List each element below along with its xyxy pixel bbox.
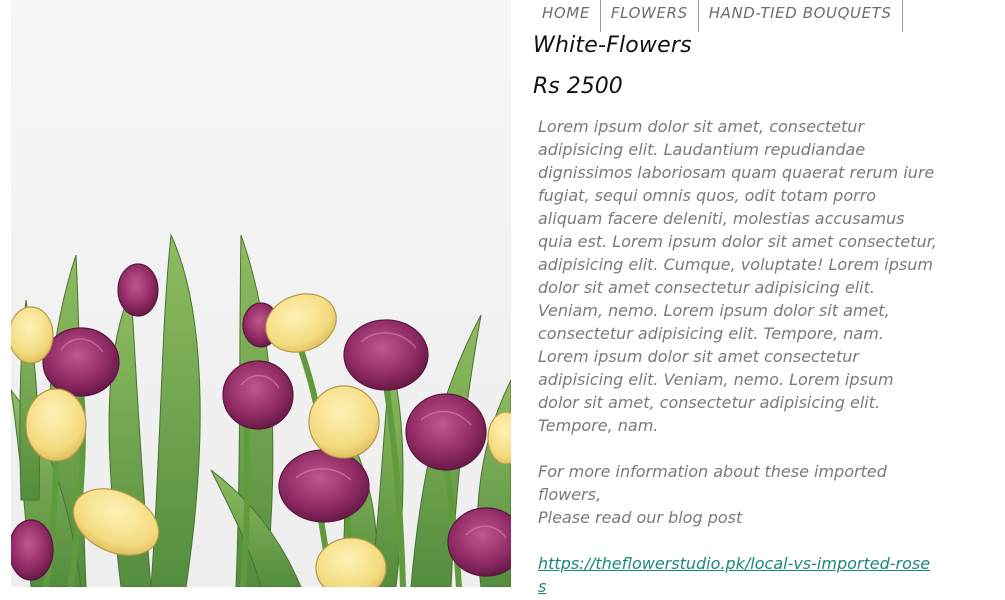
product-description: Lorem ipsum dolor sit amet, consectetur …	[538, 117, 937, 435]
top-nav: HOME FLOWERS HAND-TIED BOUQUETS	[531, 0, 903, 32]
product-page: HOME FLOWERS HAND-TIED BOUQUETS White-Fl…	[0, 0, 1005, 600]
nav-flowers-link[interactable]: FLOWERS	[601, 0, 699, 32]
more-info-text: For more information about these importe…	[538, 460, 938, 529]
blog-post-link[interactable]: https://theflowerstudio.pk/local-vs-impo…	[538, 552, 938, 598]
product-price: Rs 2500	[533, 74, 623, 99]
more-info-line-2: Please read our blog post	[538, 508, 743, 527]
nav-hand-tied-bouquets-link[interactable]: HAND-TIED BOUQUETS	[699, 0, 903, 32]
nav-home-link[interactable]: HOME	[531, 0, 601, 32]
purple-tulip-1	[42, 327, 120, 397]
product-image	[11, 0, 511, 587]
more-info-line-1: For more information about these importe…	[538, 462, 887, 504]
tulip-bouquet-illustration	[11, 233, 511, 587]
product-title: White-Flowers	[533, 33, 692, 58]
